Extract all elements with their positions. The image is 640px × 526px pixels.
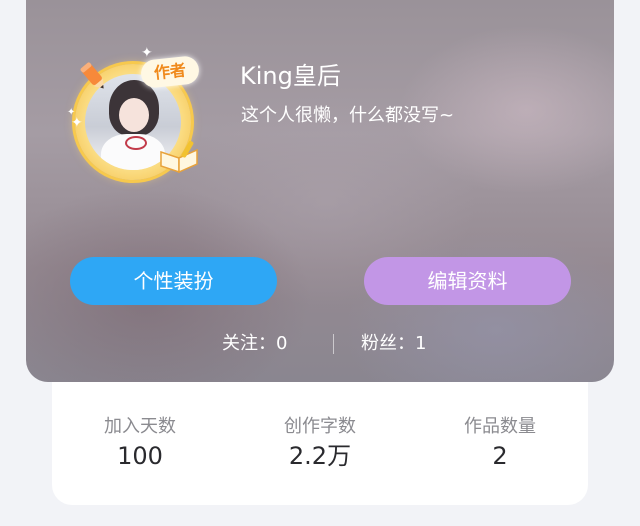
stat-join-days: 加入天数 100	[60, 415, 220, 471]
divider	[333, 334, 334, 354]
stat-label: 加入天数	[104, 416, 176, 437]
stat-value: 2	[492, 442, 508, 470]
stat-value: 100	[117, 442, 163, 470]
stat-works-count: 作品数量 2	[420, 415, 580, 471]
user-name: King皇后	[240, 62, 341, 90]
edit-profile-button[interactable]: 编辑资料	[364, 257, 571, 305]
avatar[interactable]: 作者 ✦ ✦ ✦	[67, 45, 201, 180]
sparkle-icon: ✦	[67, 107, 76, 118]
following-count[interactable]: 关注：0	[222, 330, 287, 358]
stat-label: 作品数量	[464, 416, 536, 437]
stat-value: 2.2万	[288, 442, 352, 470]
user-bio: 这个人很懒，什么都没写~	[241, 105, 455, 126]
dress-up-button[interactable]: 个性装扮	[70, 257, 277, 305]
book-icon	[160, 140, 198, 174]
sparkle-icon: ✦	[141, 45, 153, 61]
social-counts: 关注：0 粉丝：1	[26, 330, 614, 358]
stat-word-count: 创作字数 2.2万	[240, 415, 400, 471]
profile-card: 作者 ✦ ✦ ✦ King皇后 这个人很懒，什么都没写~ 个性装扮 编辑资料 关…	[26, 0, 614, 382]
fans-count[interactable]: 粉丝：1	[361, 330, 426, 358]
stat-label: 创作字数	[284, 416, 356, 437]
pencil-icon	[80, 62, 104, 89]
